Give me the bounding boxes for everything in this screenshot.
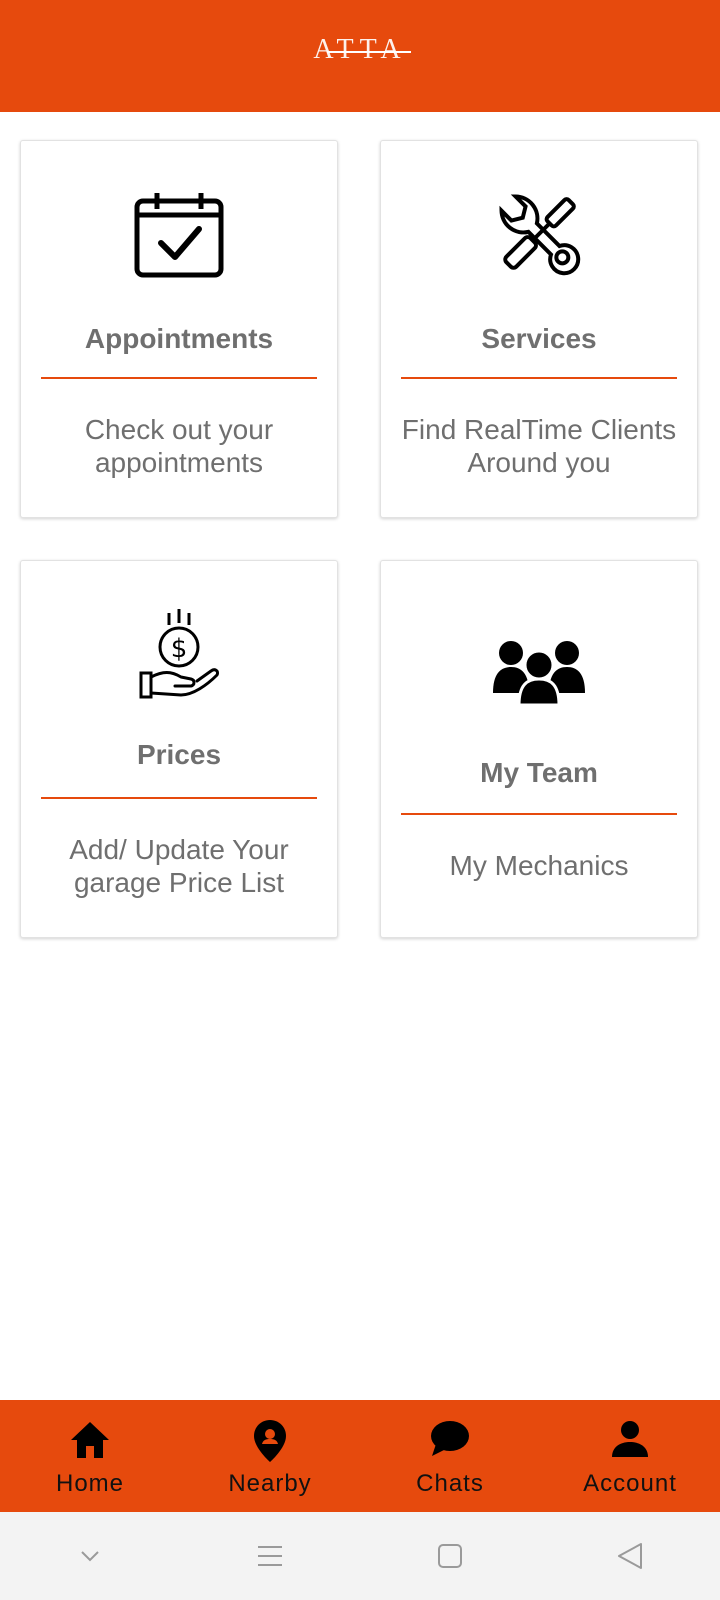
nav-label: Account	[583, 1470, 677, 1497]
my-team-card[interactable]: My Team My Mechanics	[380, 560, 698, 938]
app-logo: ATTA	[313, 34, 407, 65]
card-title: Appointments	[84, 323, 274, 354]
nav-home[interactable]: Home	[0, 1400, 180, 1512]
team-icon	[381, 639, 697, 710]
person-icon	[540, 1420, 720, 1462]
back-triangle-icon[interactable]	[600, 1526, 660, 1586]
card-divider	[401, 813, 677, 815]
card-divider	[41, 797, 317, 799]
bottom-navigation: Home Nearby Chats Account	[0, 1400, 720, 1512]
square-home-icon[interactable]	[420, 1526, 480, 1586]
card-title: My Team	[480, 757, 598, 788]
card-divider	[41, 377, 317, 379]
prices-card[interactable]: $ Prices Add/ Update Your garage Price L…	[20, 560, 338, 938]
nav-label: Home	[55, 1470, 125, 1497]
menu-icon[interactable]	[240, 1526, 300, 1586]
nav-nearby[interactable]: Nearby	[180, 1400, 360, 1512]
card-title: Prices	[136, 739, 222, 770]
calendar-check-icon	[21, 191, 337, 284]
app-header: ATTA	[0, 0, 720, 112]
card-description: My Mechanics	[449, 850, 629, 881]
system-navigation-bar	[0, 1512, 720, 1600]
card-title: Services	[481, 323, 597, 354]
home-icon	[0, 1420, 180, 1462]
nav-account[interactable]: Account	[540, 1400, 720, 1512]
services-card[interactable]: Services Find RealTime Clients Around yo…	[380, 140, 698, 518]
chat-bubble-icon	[360, 1420, 540, 1462]
card-description: Add/ Update Your garage Price List	[69, 834, 289, 898]
nav-label: Chats	[416, 1470, 484, 1497]
svg-text:$: $	[171, 634, 188, 664]
card-divider	[401, 377, 677, 379]
hand-money-icon: $	[21, 609, 337, 706]
location-pin-icon	[180, 1420, 360, 1462]
tools-icon	[381, 187, 697, 286]
card-description: Find RealTime Clients Around you	[401, 414, 677, 478]
logo-strike-line	[327, 51, 411, 53]
nav-chats[interactable]: Chats	[360, 1400, 540, 1512]
card-description: Check out your appointments	[84, 414, 274, 478]
chevron-down-icon[interactable]	[60, 1526, 120, 1586]
appointments-card[interactable]: Appointments Check out your appointments	[20, 140, 338, 518]
nav-label: Nearby	[228, 1470, 312, 1497]
